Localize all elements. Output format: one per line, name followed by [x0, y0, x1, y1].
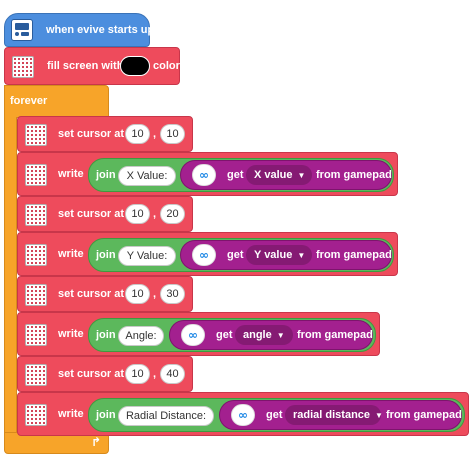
get-label: get [216, 329, 233, 341]
dropdown-arrow-icon: ▼ [375, 410, 383, 420]
display-matrix-icon [25, 124, 47, 146]
write-block-4[interactable]: write join Radial Distance: ∞ get radial… [17, 392, 469, 436]
join-label: join [96, 329, 116, 341]
when-evive-starts-up-block[interactable]: when evive starts up [4, 13, 154, 47]
dropdown-arrow-icon: ▼ [297, 250, 306, 260]
dabble-gamepad-icon: ∞ [192, 164, 216, 186]
write-label: write [58, 408, 84, 420]
set-cursor-label: set cursor at [58, 368, 125, 380]
hat-label: when evive starts up [46, 24, 155, 36]
write-label: write [58, 168, 84, 180]
fill-prefix-label: fill screen with [47, 60, 124, 72]
gamepad-param-dropdown[interactable]: X value ▼ [246, 165, 312, 185]
display-matrix-icon [25, 284, 47, 306]
cursor-x-input[interactable]: 10 [125, 364, 150, 384]
gamepad-get-block-3[interactable]: ∞ get angle ▼ from gamepad [169, 320, 373, 350]
display-matrix-icon [25, 244, 47, 266]
display-matrix-icon [25, 364, 47, 386]
join-block-1[interactable]: join X Value: ∞ get X value ▼ from gamepa… [88, 158, 394, 192]
get-label: get [227, 169, 244, 181]
cursor-y-input[interactable]: 30 [160, 284, 185, 304]
gamepad-get-block-2[interactable]: ∞ get Y value ▼ from gamepad [180, 240, 392, 270]
join-label: join [96, 169, 116, 181]
write-label: write [58, 328, 84, 340]
forever-block[interactable]: forever [4, 85, 109, 118]
comma-label: , [153, 288, 157, 300]
gamepad-param-dropdown[interactable]: angle ▼ [235, 325, 293, 345]
cursor-y-input[interactable]: 40 [160, 364, 185, 384]
evive-board-icon [11, 19, 33, 41]
cursor-y-input[interactable]: 10 [160, 124, 185, 144]
gamepad-get-block-4[interactable]: ∞ get radial distance ▼ from gamepad [219, 400, 462, 430]
join-block-3[interactable]: join Angle: ∞ get angle ▼ from gamepad [88, 318, 376, 352]
comma-label: , [153, 128, 157, 140]
gamepad-param-dropdown[interactable]: Y value ▼ [246, 245, 312, 265]
write-label: write [58, 248, 84, 260]
set-cursor-label: set cursor at [58, 208, 125, 220]
dabble-gamepad-icon: ∞ [231, 404, 255, 426]
set-cursor-label: set cursor at [58, 288, 125, 300]
write-block-1[interactable]: write join X Value: ∞ get X value ▼ from … [17, 152, 398, 196]
get-label: get [266, 409, 283, 421]
join-text-input[interactable]: X Value: [118, 166, 176, 186]
cursor-x-input[interactable]: 10 [125, 284, 150, 304]
cursor-y-input[interactable]: 20 [160, 204, 185, 224]
gamepad-get-block-1[interactable]: ∞ get X value ▼ from gamepad [180, 160, 392, 190]
forever-side [4, 117, 17, 433]
cursor-x-input[interactable]: 10 [125, 204, 150, 224]
from-gamepad-label: from gamepad [297, 329, 373, 341]
join-label: join [96, 409, 116, 421]
forever-label: forever [10, 95, 48, 107]
dropdown-arrow-icon: ▼ [276, 330, 285, 340]
dropdown-arrow-icon: ▼ [297, 170, 306, 180]
set-cursor-block-1[interactable]: set cursor at 10 , 10 [17, 116, 193, 152]
display-matrix-icon [25, 324, 47, 346]
write-block-2[interactable]: write join Y Value: ∞ get Y value ▼ from … [17, 232, 398, 276]
join-block-2[interactable]: join Y Value: ∞ get Y value ▼ from gamepa… [88, 238, 394, 272]
dabble-gamepad-icon: ∞ [181, 324, 205, 346]
set-cursor-label: set cursor at [58, 128, 125, 140]
display-matrix-icon [25, 404, 47, 426]
display-matrix-icon [25, 204, 47, 226]
display-matrix-icon [25, 164, 47, 186]
gamepad-param-dropdown[interactable]: radial distance ▼ [285, 405, 383, 425]
comma-label: , [153, 368, 157, 380]
from-gamepad-label: from gamepad [386, 409, 462, 421]
set-cursor-block-4[interactable]: set cursor at 10 , 40 [17, 356, 193, 392]
dabble-gamepad-icon: ∞ [192, 244, 216, 266]
set-cursor-block-3[interactable]: set cursor at 10 , 30 [17, 276, 193, 312]
color-swatch[interactable] [120, 56, 150, 76]
from-gamepad-label: from gamepad [316, 169, 392, 181]
join-text-input[interactable]: Y Value: [118, 246, 176, 266]
write-block-3[interactable]: write join Angle: ∞ get angle ▼ from game… [17, 312, 380, 356]
join-block-4[interactable]: join Radial Distance: ∞ get radial dista… [88, 398, 465, 432]
loop-arrow-icon: ↱ [91, 435, 102, 449]
display-matrix-icon [12, 56, 34, 78]
join-text-input[interactable]: Radial Distance: [118, 406, 214, 426]
comma-label: , [153, 208, 157, 220]
cursor-x-input[interactable]: 10 [125, 124, 150, 144]
join-text-input[interactable]: Angle: [118, 326, 164, 346]
join-label: join [96, 249, 116, 261]
fill-suffix-label: color [153, 60, 180, 72]
get-label: get [227, 249, 244, 261]
fill-screen-block[interactable]: fill screen with color [4, 47, 180, 85]
set-cursor-block-2[interactable]: set cursor at 10 , 20 [17, 196, 193, 232]
from-gamepad-label: from gamepad [316, 249, 392, 261]
